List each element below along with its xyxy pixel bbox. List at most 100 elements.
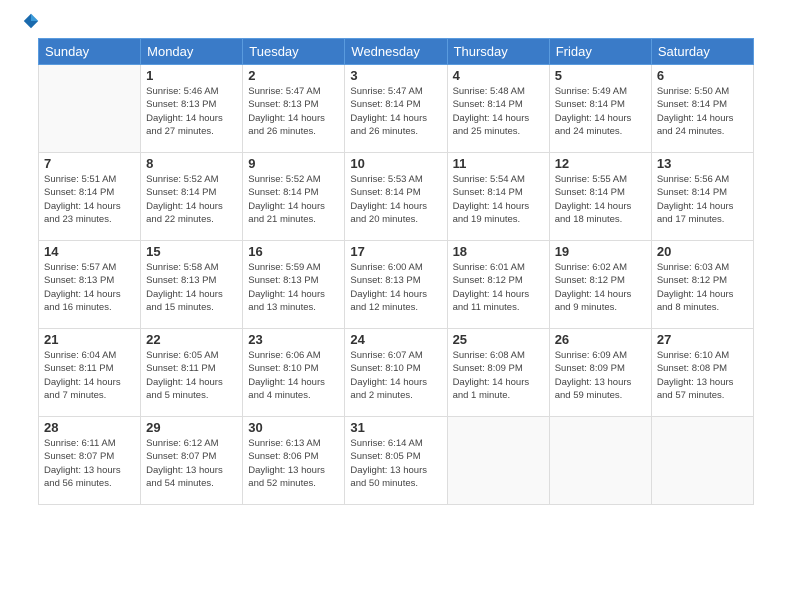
calendar-cell: 6 Sunrise: 5:50 AMSunset: 8:14 PMDaylight… xyxy=(651,65,753,153)
day-info: Sunrise: 5:47 AMSunset: 8:13 PMDaylight:… xyxy=(248,85,339,138)
calendar-cell: 11 Sunrise: 5:54 AMSunset: 8:14 PMDayligh… xyxy=(447,153,549,241)
day-number: 31 xyxy=(350,420,441,435)
header-sunday: Sunday xyxy=(39,39,141,65)
calendar-cell: 7Sunrise: 5:51 AMSunset: 8:14 PMDaylight… xyxy=(39,153,141,241)
day-number: 11 xyxy=(453,156,544,171)
day-info: Sunrise: 6:13 AMSunset: 8:06 PMDaylight:… xyxy=(248,437,339,490)
header-friday: Friday xyxy=(549,39,651,65)
day-info: Sunrise: 6:09 AMSunset: 8:09 PMDaylight:… xyxy=(555,349,646,402)
header-thursday: Thursday xyxy=(447,39,549,65)
calendar-header-row: SundayMondayTuesdayWednesdayThursdayFrid… xyxy=(39,39,754,65)
calendar-cell: 25Sunrise: 6:08 AMSunset: 8:09 PMDayligh… xyxy=(447,329,549,417)
calendar-cell: 12 Sunrise: 5:55 AMSunset: 8:14 PMDayligh… xyxy=(549,153,651,241)
calendar-cell: 19 Sunrise: 6:02 AMSunset: 8:12 PMDayligh… xyxy=(549,241,651,329)
calendar-cell: 10 Sunrise: 5:53 AMSunset: 8:14 PMDayligh… xyxy=(345,153,447,241)
day-number: 28 xyxy=(44,420,135,435)
calendar-cell xyxy=(39,65,141,153)
day-info: Sunrise: 6:02 AMSunset: 8:12 PMDaylight:… xyxy=(555,261,646,314)
calendar-table: SundayMondayTuesdayWednesdayThursdayFrid… xyxy=(38,38,754,505)
day-number: 3 xyxy=(350,68,441,83)
calendar-cell xyxy=(447,417,549,505)
day-info: Sunrise: 5:57 AMSunset: 8:13 PMDaylight:… xyxy=(44,261,135,314)
day-info: Sunrise: 5:48 AMSunset: 8:14 PMDaylight:… xyxy=(453,85,544,138)
calendar-cell: 17 Sunrise: 6:00 AMSunset: 8:13 PMDayligh… xyxy=(345,241,447,329)
day-number: 15 xyxy=(146,244,237,259)
calendar-cell: 16 Sunrise: 5:59 AMSunset: 8:13 PMDayligh… xyxy=(243,241,345,329)
day-number: 7 xyxy=(44,156,135,171)
day-info: Sunrise: 6:01 AMSunset: 8:12 PMDaylight:… xyxy=(453,261,544,314)
day-number: 9 xyxy=(248,156,339,171)
day-number: 26 xyxy=(555,332,646,347)
calendar-cell: 5Sunrise: 5:49 AMSunset: 8:14 PMDaylight… xyxy=(549,65,651,153)
day-number: 17 xyxy=(350,244,441,259)
calendar-cell: 31Sunrise: 6:14 AMSunset: 8:05 PMDayligh… xyxy=(345,417,447,505)
day-info: Sunrise: 6:10 AMSunset: 8:08 PMDaylight:… xyxy=(657,349,748,402)
day-info: Sunrise: 6:05 AMSunset: 8:11 PMDaylight:… xyxy=(146,349,237,402)
day-info: Sunrise: 5:56 AMSunset: 8:14 PMDaylight:… xyxy=(657,173,748,226)
day-info: Sunrise: 5:58 AMSunset: 8:13 PMDaylight:… xyxy=(146,261,237,314)
day-number: 18 xyxy=(453,244,544,259)
day-number: 4 xyxy=(453,68,544,83)
day-number: 13 xyxy=(657,156,748,171)
day-info: Sunrise: 5:47 AMSunset: 8:14 PMDaylight:… xyxy=(350,85,441,138)
day-info: Sunrise: 6:06 AMSunset: 8:10 PMDaylight:… xyxy=(248,349,339,402)
calendar-cell: 8 Sunrise: 5:52 AMSunset: 8:14 PMDaylight… xyxy=(141,153,243,241)
day-number: 16 xyxy=(248,244,339,259)
calendar-cell: 26 Sunrise: 6:09 AMSunset: 8:09 PMDayligh… xyxy=(549,329,651,417)
week-row-4: 28 Sunrise: 6:11 AMSunset: 8:07 PMDayligh… xyxy=(39,417,754,505)
calendar-cell: 18 Sunrise: 6:01 AMSunset: 8:12 PMDayligh… xyxy=(447,241,549,329)
day-info: Sunrise: 5:54 AMSunset: 8:14 PMDaylight:… xyxy=(453,173,544,226)
day-number: 2 xyxy=(248,68,339,83)
day-number: 1 xyxy=(146,68,237,83)
calendar-cell: 27Sunrise: 6:10 AMSunset: 8:08 PMDayligh… xyxy=(651,329,753,417)
day-number: 29 xyxy=(146,420,237,435)
week-row-1: 7Sunrise: 5:51 AMSunset: 8:14 PMDaylight… xyxy=(39,153,754,241)
day-info: Sunrise: 5:59 AMSunset: 8:13 PMDaylight:… xyxy=(248,261,339,314)
day-info: Sunrise: 6:12 AMSunset: 8:07 PMDaylight:… xyxy=(146,437,237,490)
day-number: 10 xyxy=(350,156,441,171)
calendar-cell: 3 Sunrise: 5:47 AMSunset: 8:14 PMDaylight… xyxy=(345,65,447,153)
day-number: 19 xyxy=(555,244,646,259)
week-row-0: 1 Sunrise: 5:46 AMSunset: 8:13 PMDaylight… xyxy=(39,65,754,153)
day-number: 24 xyxy=(350,332,441,347)
page-header xyxy=(0,0,792,38)
week-row-3: 21Sunrise: 6:04 AMSunset: 8:11 PMDayligh… xyxy=(39,329,754,417)
day-info: Sunrise: 5:46 AMSunset: 8:13 PMDaylight:… xyxy=(146,85,237,138)
calendar-cell xyxy=(549,417,651,505)
header-saturday: Saturday xyxy=(651,39,753,65)
day-number: 22 xyxy=(146,332,237,347)
calendar-cell: 15 Sunrise: 5:58 AMSunset: 8:13 PMDayligh… xyxy=(141,241,243,329)
calendar-cell: 29 Sunrise: 6:12 AMSunset: 8:07 PMDayligh… xyxy=(141,417,243,505)
calendar-cell: 23Sunrise: 6:06 AMSunset: 8:10 PMDayligh… xyxy=(243,329,345,417)
logo-icon xyxy=(22,12,40,30)
day-number: 8 xyxy=(146,156,237,171)
header-tuesday: Tuesday xyxy=(243,39,345,65)
week-row-2: 14 Sunrise: 5:57 AMSunset: 8:13 PMDayligh… xyxy=(39,241,754,329)
day-number: 12 xyxy=(555,156,646,171)
header-wednesday: Wednesday xyxy=(345,39,447,65)
day-info: Sunrise: 5:50 AMSunset: 8:14 PMDaylight:… xyxy=(657,85,748,138)
header-monday: Monday xyxy=(141,39,243,65)
day-info: Sunrise: 6:00 AMSunset: 8:13 PMDaylight:… xyxy=(350,261,441,314)
day-info: Sunrise: 6:11 AMSunset: 8:07 PMDaylight:… xyxy=(44,437,135,490)
calendar-cell: 30 Sunrise: 6:13 AMSunset: 8:06 PMDayligh… xyxy=(243,417,345,505)
calendar-cell: 20Sunrise: 6:03 AMSunset: 8:12 PMDayligh… xyxy=(651,241,753,329)
day-number: 5 xyxy=(555,68,646,83)
day-number: 6 xyxy=(657,68,748,83)
day-info: Sunrise: 6:03 AMSunset: 8:12 PMDaylight:… xyxy=(657,261,748,314)
day-number: 25 xyxy=(453,332,544,347)
day-info: Sunrise: 5:53 AMSunset: 8:14 PMDaylight:… xyxy=(350,173,441,226)
day-info: Sunrise: 5:52 AMSunset: 8:14 PMDaylight:… xyxy=(146,173,237,226)
calendar-cell: 24Sunrise: 6:07 AMSunset: 8:10 PMDayligh… xyxy=(345,329,447,417)
calendar-cell xyxy=(651,417,753,505)
day-number: 14 xyxy=(44,244,135,259)
calendar-cell: 21Sunrise: 6:04 AMSunset: 8:11 PMDayligh… xyxy=(39,329,141,417)
calendar-cell: 14 Sunrise: 5:57 AMSunset: 8:13 PMDayligh… xyxy=(39,241,141,329)
calendar-cell: 22 Sunrise: 6:05 AMSunset: 8:11 PMDayligh… xyxy=(141,329,243,417)
day-number: 21 xyxy=(44,332,135,347)
calendar-cell: 1 Sunrise: 5:46 AMSunset: 8:13 PMDaylight… xyxy=(141,65,243,153)
calendar-wrapper: SundayMondayTuesdayWednesdayThursdayFrid… xyxy=(0,38,792,515)
day-info: Sunrise: 5:55 AMSunset: 8:14 PMDaylight:… xyxy=(555,173,646,226)
calendar-cell: 2 Sunrise: 5:47 AMSunset: 8:13 PMDaylight… xyxy=(243,65,345,153)
day-number: 30 xyxy=(248,420,339,435)
